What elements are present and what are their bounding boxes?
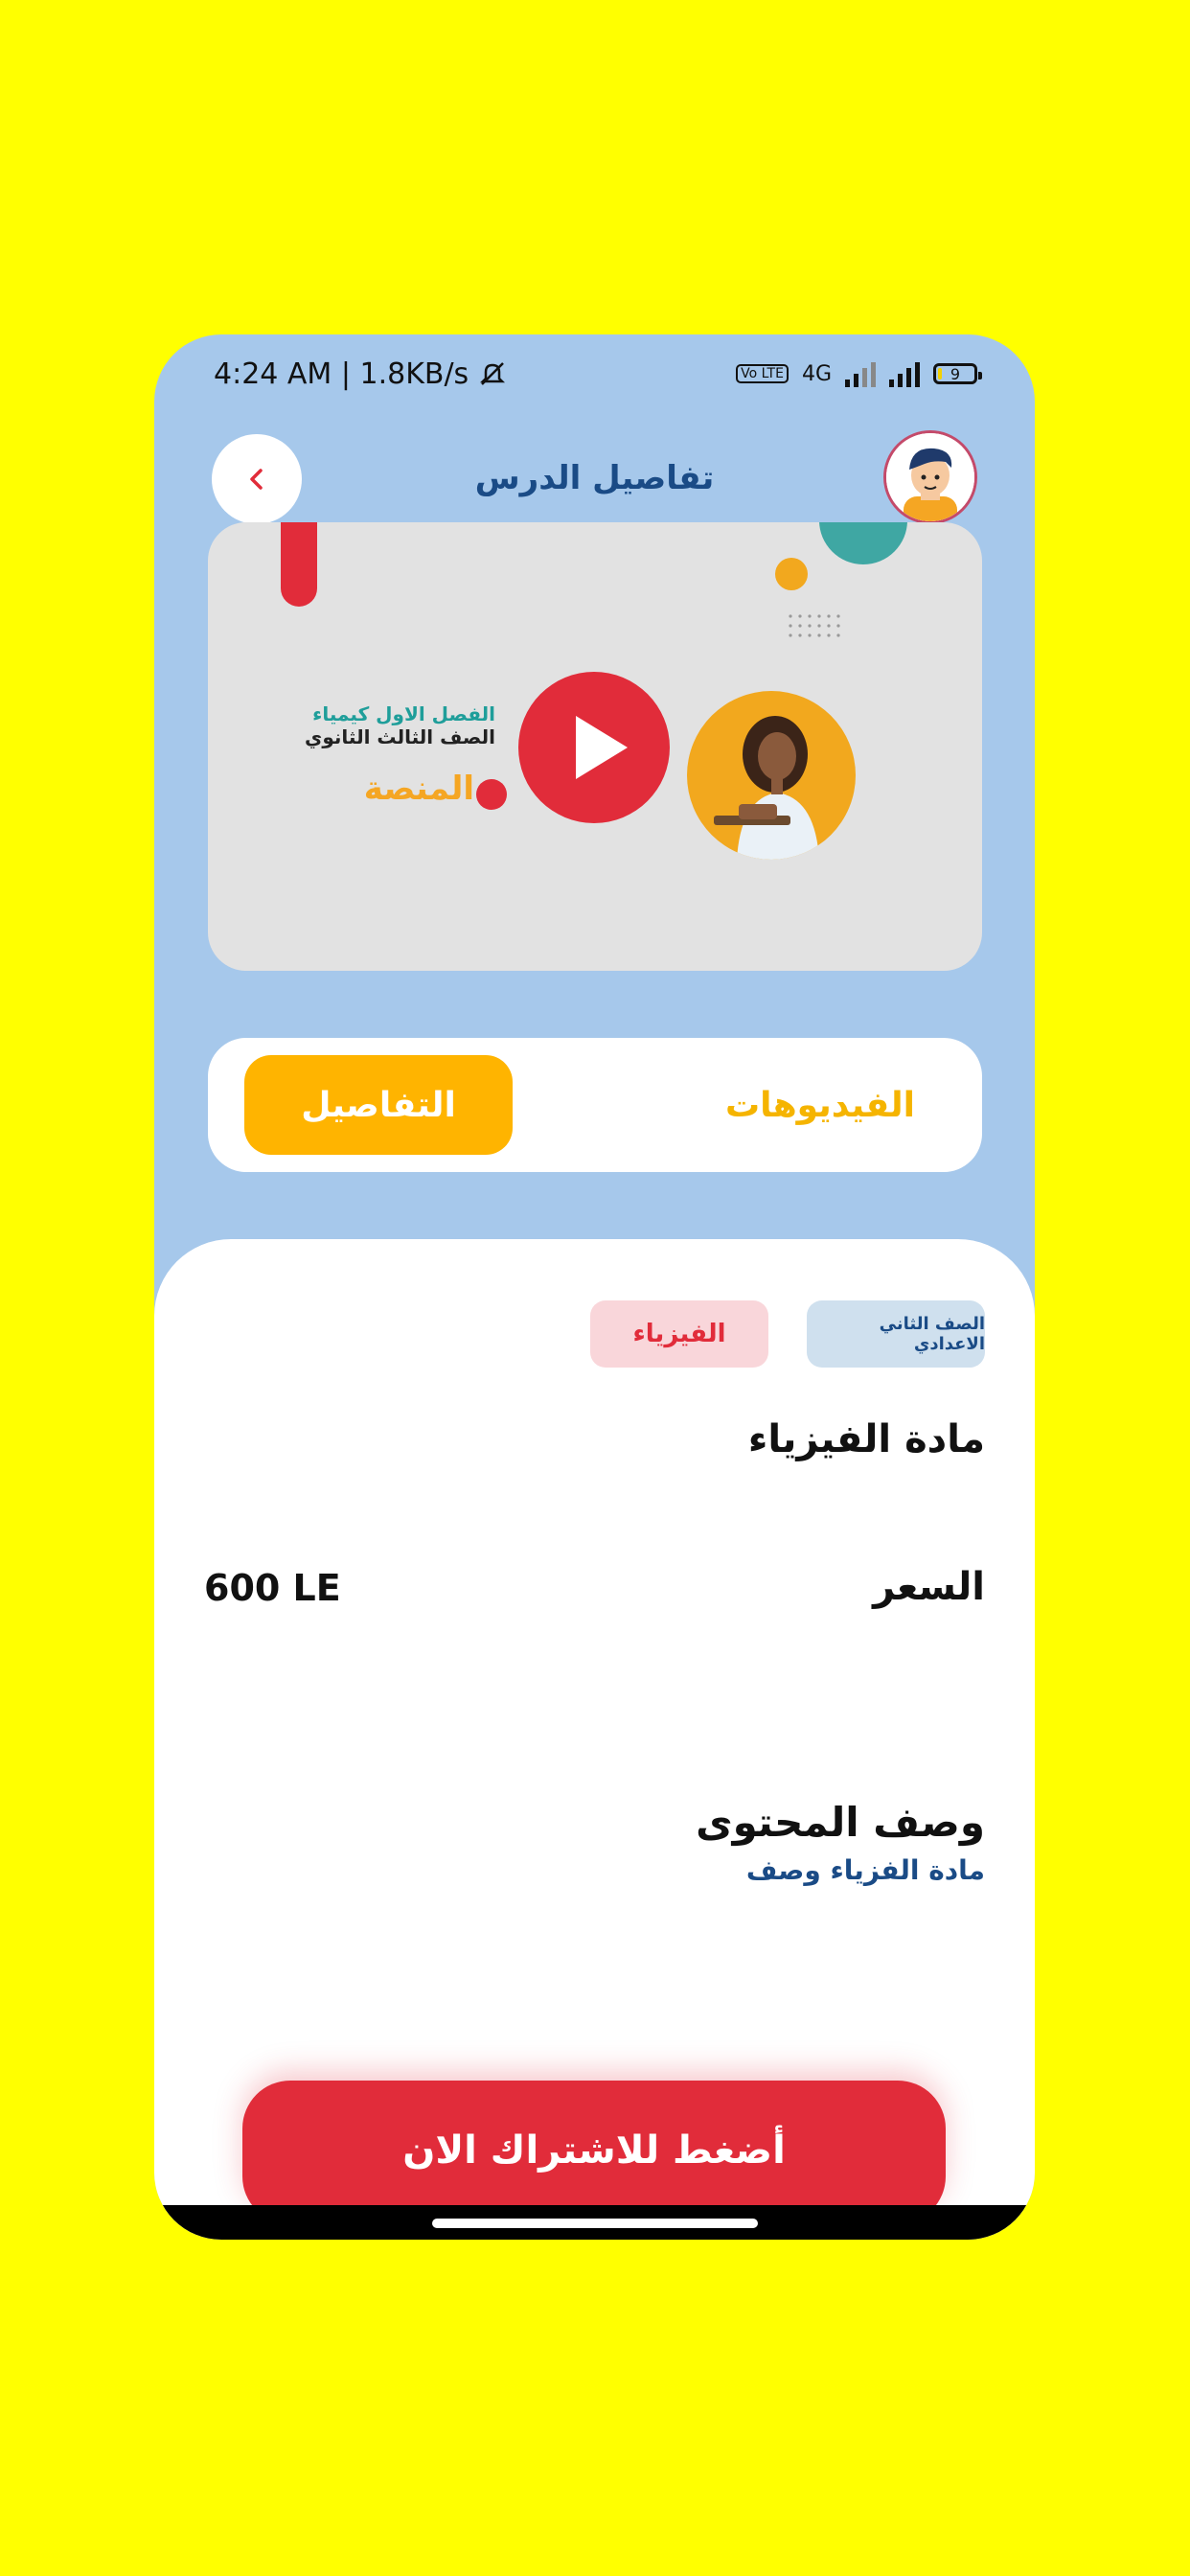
header: تفاصيل الدرس — [154, 413, 1035, 538]
signal-icon — [845, 360, 876, 387]
play-button[interactable] — [518, 672, 670, 823]
price-value: 600 LE — [204, 1567, 341, 1609]
battery-level: 9 — [950, 364, 961, 383]
phone-frame: 4:24 AM | 1.8KB/s Vo LTE 4G 9 تفاصيل الد… — [154, 334, 1035, 2240]
teacher-photo — [687, 691, 856, 860]
tab-details[interactable]: التفاصيل — [244, 1055, 513, 1155]
grade-chip: الصف الثاني الاعدادي — [807, 1300, 985, 1368]
subscribe-button[interactable]: أضغط للاشتراك الان — [242, 2081, 946, 2224]
course-text: الفصل الاول كيمياء الصف الثالث الثانوي — [305, 702, 495, 748]
video-card[interactable]: الفصل الاول كيمياء الصف الثالث الثانوي ا… — [208, 522, 982, 971]
play-icon — [576, 716, 628, 779]
avatar[interactable] — [883, 430, 977, 524]
home-indicator[interactable] — [432, 2219, 758, 2228]
status-right: Vo LTE 4G 9 — [736, 360, 982, 387]
volte-badge: Vo LTE — [736, 364, 789, 383]
status-left: 4:24 AM | 1.8KB/s — [214, 357, 507, 391]
course-title: الفصل الاول كيمياء — [312, 702, 495, 725]
tab-videos[interactable]: الفيديوهات — [725, 1055, 915, 1155]
brand-dot — [476, 779, 507, 810]
user-avatar-icon — [886, 433, 974, 521]
subject-title: مادة الفيزياء — [747, 1417, 985, 1461]
mute-icon — [480, 362, 506, 385]
course-grade: الصف الثالث الثانوي — [305, 725, 495, 748]
status-time: 4:24 AM | 1.8KB/s — [214, 356, 469, 391]
signal-icon-2 — [889, 360, 920, 387]
status-bar: 4:24 AM | 1.8KB/s Vo LTE 4G 9 — [154, 334, 1035, 413]
battery-icon: 9 — [933, 363, 982, 384]
brand-logo-text: المنصة — [363, 770, 474, 808]
description-title: وصف المحتوى — [696, 1799, 985, 1846]
description-text: مادة الفزياء وصف — [745, 1854, 985, 1886]
subject-chip: الفيزياء — [590, 1300, 768, 1368]
price-label: السعر — [873, 1565, 985, 1609]
segmented-tabs: التفاصيل الفيديوهات — [208, 1038, 982, 1172]
teacher-illustration — [714, 716, 819, 860]
network-label: 4G — [801, 361, 832, 386]
system-nav-bar — [154, 2205, 1035, 2240]
